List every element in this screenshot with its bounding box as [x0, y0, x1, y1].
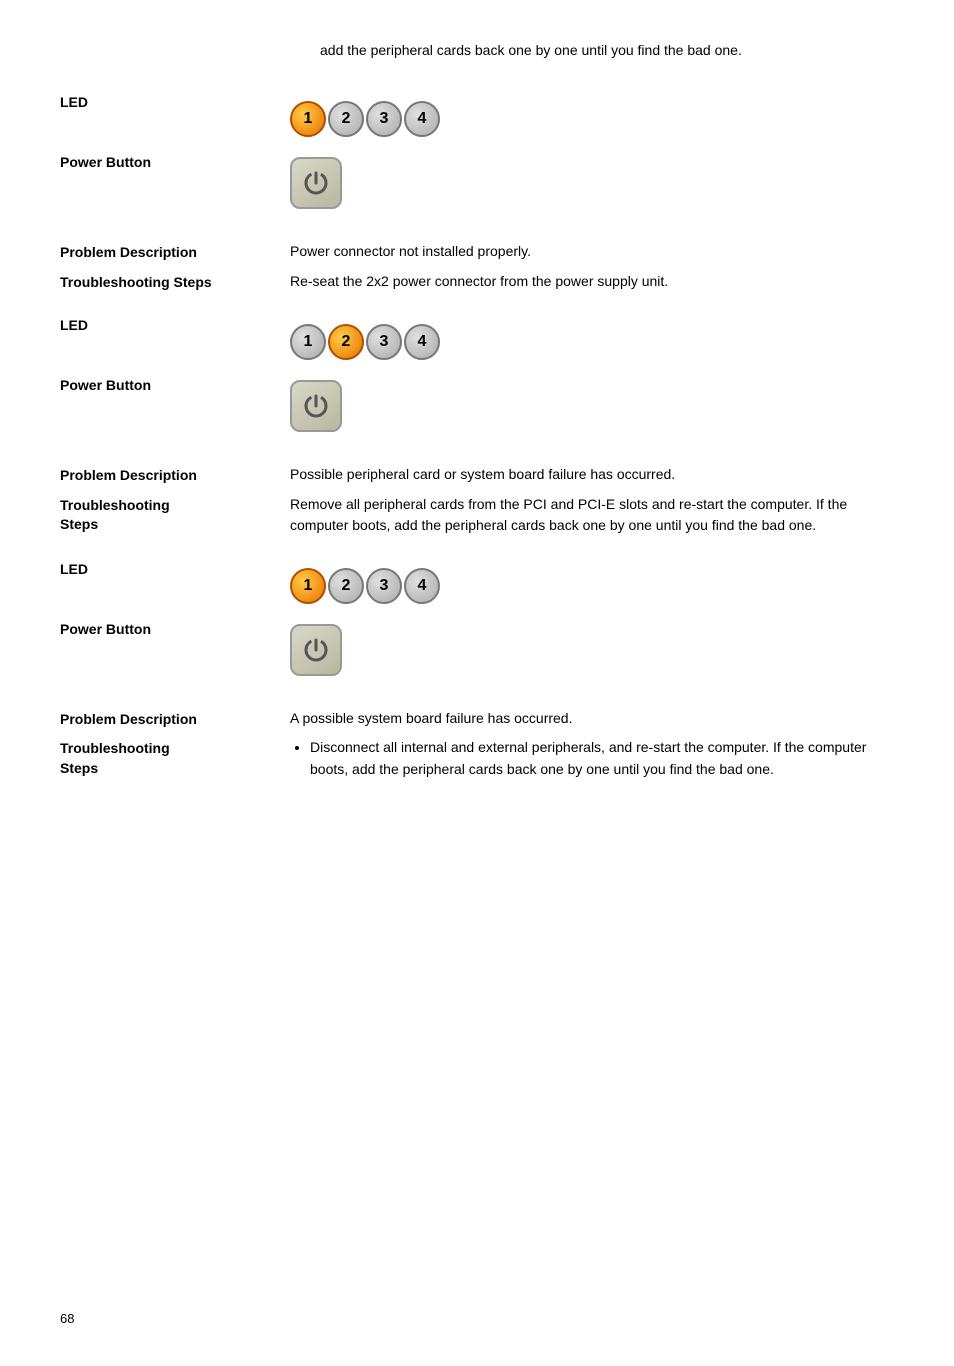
troubleshooting-label-1: Troubleshooting Steps: [60, 271, 290, 293]
problem-desc-text-1: Power connector not installed properly.: [290, 241, 894, 262]
problem-desc-label-1: Problem Description: [60, 241, 290, 263]
problem-desc-row-3: Problem Description A possible system bo…: [60, 708, 894, 730]
power-icon-1: [290, 157, 342, 209]
power-button-icon-2: [290, 374, 894, 438]
led-2-1: 1: [290, 324, 326, 360]
led-2-3: 3: [366, 324, 402, 360]
led-row-2: LED 1 2 3 4: [60, 314, 894, 366]
power-icon-2: [290, 380, 342, 432]
led-2-2: 2: [328, 324, 364, 360]
troubleshooting-text-2: Remove all peripheral cards from the PCI…: [290, 494, 894, 536]
led-2-4: 4: [404, 324, 440, 360]
problem-desc-text-3: A possible system board failure has occu…: [290, 708, 894, 729]
troubleshooting-label-3: Troubleshooting Steps: [60, 737, 290, 778]
power-button-row-1: Power Button: [60, 151, 894, 215]
led-3-2: 2: [328, 568, 364, 604]
led-indicators-3: 1 2 3 4: [290, 558, 894, 610]
troubleshooting-row-1: Troubleshooting Steps Re-seat the 2x2 po…: [60, 271, 894, 293]
power-button-row-2: Power Button: [60, 374, 894, 438]
led-1-3: 3: [366, 101, 402, 137]
problem-desc-label-2: Problem Description: [60, 464, 290, 486]
problem-desc-row-2: Problem Description Possible peripheral …: [60, 464, 894, 486]
troubleshooting-list-3: Disconnect all internal and external per…: [290, 737, 894, 780]
troubleshooting-text-1: Re-seat the 2x2 power connector from the…: [290, 271, 894, 292]
led-indicators-1: 1 2 3 4: [290, 91, 894, 143]
problem-desc-row-1: Problem Description Power connector not …: [60, 241, 894, 263]
troubleshooting-list-item-3-1: Disconnect all internal and external per…: [310, 737, 894, 780]
power-icon-3: [290, 624, 342, 676]
power-button-label-2: Power Button: [60, 374, 290, 396]
page-content: add the peripheral cards back one by one…: [60, 40, 894, 785]
led-3-3: 3: [366, 568, 402, 604]
page-number: 68: [60, 1311, 74, 1326]
led-1-1: 1: [290, 101, 326, 137]
problem-desc-text-2: Possible peripheral card or system board…: [290, 464, 894, 485]
problem-desc-label-3: Problem Description: [60, 708, 290, 730]
troubleshooting-row-3: Troubleshooting Steps Disconnect all int…: [60, 737, 894, 784]
power-button-icon-3: [290, 618, 894, 682]
led-indicators-2: 1 2 3 4: [290, 314, 894, 366]
troubleshooting-content-3: Disconnect all internal and external per…: [290, 737, 894, 784]
led-1-4: 4: [404, 101, 440, 137]
section-2: LED 1 2 3 4 Power Button: [60, 314, 894, 536]
led-3-4: 4: [404, 568, 440, 604]
section-1: LED 1 2 3 4 Power Button: [60, 91, 894, 292]
led-row-3: LED 1 2 3 4: [60, 558, 894, 610]
led-label-1: LED: [60, 91, 290, 113]
led-3-1: 1: [290, 568, 326, 604]
power-button-icon-1: [290, 151, 894, 215]
led-label-3: LED: [60, 558, 290, 580]
section-3: LED 1 2 3 4 Power Button: [60, 558, 894, 785]
led-row-1: LED 1 2 3 4: [60, 91, 894, 143]
power-button-row-3: Power Button: [60, 618, 894, 682]
led-label-2: LED: [60, 314, 290, 336]
power-button-label-1: Power Button: [60, 151, 290, 173]
led-1-2: 2: [328, 101, 364, 137]
intro-text: add the peripheral cards back one by one…: [320, 40, 894, 61]
troubleshooting-label-2: Troubleshooting Steps: [60, 494, 290, 535]
power-button-label-3: Power Button: [60, 618, 290, 640]
troubleshooting-row-2: Troubleshooting Steps Remove all periphe…: [60, 494, 894, 536]
